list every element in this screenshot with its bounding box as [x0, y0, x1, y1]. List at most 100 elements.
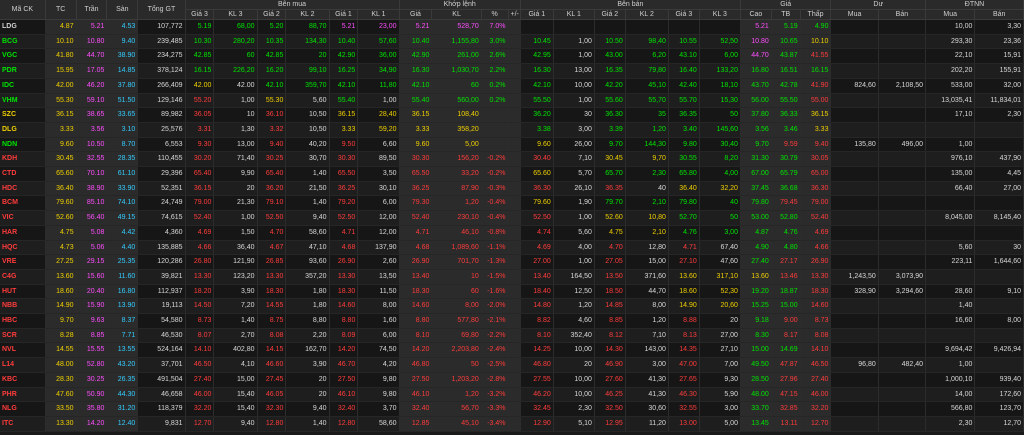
- col-symbol[interactable]: Mã CK: [0, 0, 46, 20]
- ref-price-cell: 41.80: [45, 48, 77, 65]
- table-row[interactable]: PHR 47.60 50.90 44.30 46,658 46.00 15,40 46.05 2…: [0, 387, 1024, 403]
- table-row[interactable]: BCM 79.60 85.10 74.10 24,749 79.00 21,30 79.10 1…: [0, 195, 1024, 212]
- table-row[interactable]: IDC 42.00 46.20 37.80 266,409 42.00 42.00 42.10…: [0, 78, 1024, 94]
- foreign-cell: 1,00: [925, 137, 976, 153]
- col-ask-4[interactable]: Giá 3: [668, 9, 700, 20]
- col-bid-3[interactable]: KL 2: [285, 9, 330, 20]
- col-price-2[interactable]: Thấp: [800, 9, 832, 20]
- bid-cell: 14.15: [257, 342, 287, 359]
- table-row[interactable]: HUT 18.60 20.40 16.80 112,937 18.20 3,90 18.30 1…: [0, 284, 1024, 300]
- symbol-cell: VRE: [0, 254, 46, 270]
- match-cell: 358,20: [431, 122, 482, 138]
- price-cell: 10.10: [800, 34, 832, 50]
- ask-cell: 67,40: [699, 240, 741, 256]
- table-row[interactable]: PDR 15.95 17.05 14.85 378,124 16.15 226,20 16.2…: [0, 63, 1024, 79]
- ask-cell: 2,30: [553, 401, 595, 417]
- col-ask-3[interactable]: KL 2: [625, 9, 669, 20]
- ask-cell: 27.60: [594, 372, 626, 388]
- match-cell: [508, 151, 521, 168]
- ask-cell: 27,00: [699, 328, 741, 344]
- table-row[interactable]: C4G 13.60 15.60 11.60 39,821 13.30 123,20 13.30…: [0, 269, 1024, 285]
- col-bid-1[interactable]: KL 3: [213, 9, 258, 20]
- price-cell: 13.45: [740, 416, 772, 432]
- col-floor[interactable]: Sàn: [106, 0, 139, 20]
- price-cell: 10.65: [771, 34, 801, 50]
- col-bid-4[interactable]: Giá 1: [329, 9, 359, 20]
- table-row[interactable]: VHM 55.30 59.10 51.50 129,146 55.20 1,00 55.30 5…: [0, 93, 1024, 109]
- col-bid-5[interactable]: KL 1: [357, 9, 400, 20]
- table-row[interactable]: SZC 36.15 38.65 33.65 89,982 36.05 10 36.10 10,5…: [0, 107, 1024, 123]
- col-ask-5[interactable]: KL 3: [699, 9, 741, 20]
- col-remaining-1[interactable]: Bán: [878, 9, 927, 20]
- table-row[interactable]: HDC 36.40 38.90 33.90 52,351 36.15 20 36.20 21,5…: [0, 181, 1024, 197]
- ask-cell: 14.35: [668, 342, 700, 359]
- match-cell: 1,20: [431, 387, 482, 403]
- col-total-value[interactable]: Tổng GT: [137, 0, 186, 20]
- col-ask-0[interactable]: Giá 1: [520, 9, 554, 20]
- table-row[interactable]: DLG 3.33 3.56 3.10 25,576 3.31 1,30 3.32 10,50 3.…: [0, 122, 1024, 138]
- col-ceiling[interactable]: Trần: [76, 0, 108, 20]
- table-row[interactable]: NDN 9.60 10.50 8.70 6,553 9.30 13,00 9.40 40,20 9…: [0, 137, 1024, 153]
- table-row[interactable]: CTD 65.60 70.10 61.10 29,396 65.40 9,90 65.40 1,…: [0, 166, 1024, 182]
- col-remaining-0[interactable]: Mua: [830, 9, 879, 20]
- ask-cell: 8,00: [625, 298, 669, 315]
- total-value-cell: 118,379: [137, 401, 186, 417]
- col-ask-1[interactable]: KL 1: [553, 9, 595, 20]
- ask-cell: 2,30: [625, 166, 669, 182]
- table-row[interactable]: ITC 13.30 14.20 12.40 9,831 12.70 9,40 12.80 1,4…: [0, 416, 1024, 432]
- table-row[interactable]: VGC 41.80 44.70 38.90 234,275 42.85 60 42.85 20 4…: [0, 48, 1024, 65]
- bid-cell: 1,40: [213, 313, 258, 329]
- table-row[interactable]: SCR 8.28 8.85 7.71 46,530 8.07 2,70 8.08 2,20 8.0…: [0, 328, 1024, 344]
- table-row[interactable]: BCG 10.10 10.80 9.40 239,485 10.30 280,20 10.35…: [0, 34, 1024, 50]
- ask-cell: 8.12: [594, 328, 626, 344]
- table-row[interactable]: KBC 28.30 30.25 26.35 491,504 27.40 15,00 27.45…: [0, 372, 1024, 388]
- col-bid-2[interactable]: Giá 2: [257, 9, 287, 20]
- table-row[interactable]: HAR 4.75 5.08 4.42 4,360 4.69 1,50 4.70 58,60 4.7…: [0, 225, 1024, 241]
- table-row[interactable]: NLG 33.50 35.80 31.20 118,379 32.20 15,40 32.30…: [0, 401, 1024, 417]
- col-ref[interactable]: TC: [45, 0, 77, 20]
- ask-cell: 98,40: [625, 34, 669, 50]
- floor-price-cell: 16.80: [106, 284, 139, 300]
- table-row[interactable]: HQC 4.73 5.06 4.40 135,885 4.66 36,40 4.67 47,10…: [0, 240, 1024, 256]
- ask-cell: 36.35: [594, 181, 626, 197]
- bid-cell: 402,80: [213, 342, 258, 359]
- price-cell: 13.30: [800, 269, 832, 285]
- ask-cell: 46.80: [520, 357, 554, 373]
- ask-cell: 3,00: [699, 401, 741, 417]
- ask-cell: 18,10: [699, 78, 741, 94]
- symbol-cell: HAR: [0, 225, 46, 241]
- floor-price-cell: 49.15: [106, 210, 139, 226]
- ask-cell: 5,00: [699, 416, 741, 432]
- match-cell: 261,00: [431, 48, 482, 65]
- col-price-1[interactable]: TB: [771, 9, 801, 20]
- table-row[interactable]: KDH 30.45 32.55 28.35 110,455 30.20 71,40 30.25…: [0, 151, 1024, 168]
- stock-rows: LDG 4.87 5.21 4.53 107,772 5.19 68,00 5.20 88,70…: [0, 19, 1024, 432]
- col-match-1[interactable]: KL: [431, 9, 482, 20]
- col-bid-0[interactable]: Giá 3: [185, 9, 215, 20]
- col-price-0[interactable]: Cao: [740, 9, 772, 20]
- ask-cell: 47,60: [699, 254, 741, 270]
- col-match-2[interactable]: %: [481, 9, 509, 20]
- table-row[interactable]: L14 48.00 52.80 43.20 37,701 46.50 4,10 46.60 3,…: [0, 357, 1024, 373]
- col-ask-2[interactable]: Giá 2: [594, 9, 626, 20]
- col-foreign-1[interactable]: Bán: [974, 9, 1024, 20]
- price-cell: 37.45: [740, 181, 772, 197]
- match-cell: 2.6%: [481, 48, 509, 65]
- match-cell: [508, 401, 521, 417]
- foreign-cell: 135,00: [925, 166, 976, 182]
- remaining-cell: [878, 210, 927, 226]
- col-match-3[interactable]: +/-: [508, 9, 521, 20]
- table-row[interactable]: NVL 14.55 15.55 13.55 524,164 14.10 402,80 14.1…: [0, 342, 1024, 359]
- table-row[interactable]: LDG 4.87 5.21 4.53 107,772 5.19 68,00 5.20 88,70…: [0, 19, 1024, 35]
- match-cell: [508, 328, 521, 344]
- total-value-cell: 89,982: [137, 107, 186, 123]
- table-row[interactable]: NBB 14.90 15.90 13.90 19,113 14.50 7,20 14.55 1,…: [0, 298, 1024, 315]
- table-row[interactable]: HBC 9.70 9.63 8.37 54,580 8.73 1,40 8.75 8,80 8.8…: [0, 313, 1024, 329]
- col-match-0[interactable]: Giá: [399, 9, 433, 20]
- table-row[interactable]: VIC 52.60 56.40 49.15 74,615 52.40 1,00 52.50 9,…: [0, 210, 1024, 226]
- bid-cell: 134,30: [285, 34, 330, 50]
- table-row[interactable]: VRE 27.25 29.15 25.35 120,286 26.80 121,90 26.8…: [0, 254, 1024, 270]
- ask-cell: 41,30: [625, 372, 669, 388]
- ask-cell: 3,00: [699, 225, 741, 241]
- col-foreign-0[interactable]: Mua: [925, 9, 976, 20]
